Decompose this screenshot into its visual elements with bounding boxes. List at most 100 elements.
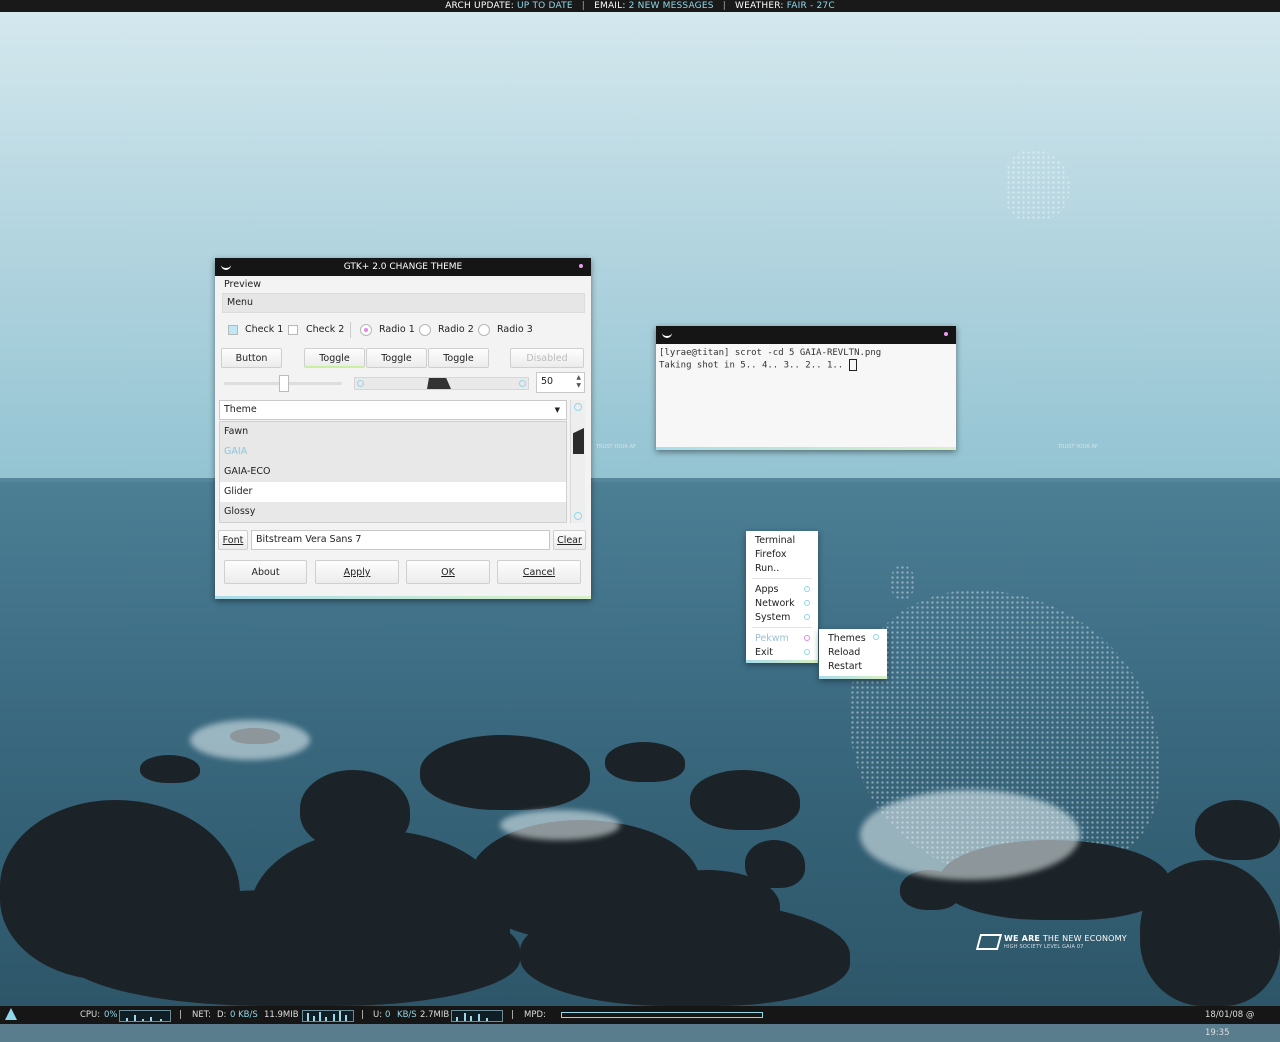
check2-checkbox[interactable] (288, 325, 298, 335)
window-close-icon[interactable] (579, 264, 583, 268)
font-button-label: Font (222, 535, 244, 546)
menu-item-run[interactable]: Run.. (755, 563, 779, 574)
menu-accent-strip (746, 660, 818, 663)
toggle3-button[interactable]: Toggle (428, 348, 489, 368)
font-field[interactable]: Bitstream Vera Sans 7 (251, 530, 550, 550)
clock-datetime: 18/01/08 @ 19:35 (1205, 1010, 1255, 1038)
scrollbar-thumb[interactable] (427, 378, 451, 389)
root-menu: Terminal Firefox Run.. Apps Network Syst… (746, 531, 818, 663)
about-button[interactable]: About (224, 560, 307, 584)
toggle2-button[interactable]: Toggle (366, 348, 427, 368)
font-value[interactable]: Bitstream Vera Sans 7 (256, 534, 361, 545)
download-rate: 0 KB/S (230, 1010, 258, 1020)
disabled-button: Disabled (510, 348, 584, 368)
menu-item-terminal[interactable]: Terminal (755, 535, 795, 546)
terminal-cursor (848, 359, 857, 371)
scroll-right-icon[interactable] (519, 380, 526, 387)
theme-list-scrollbar[interactable] (570, 400, 585, 523)
terminal-window[interactable]: [lyrae@titan] scrot -cd 5 GAIA-REVLTN.pn… (656, 326, 956, 450)
ok-button-label: OK (441, 567, 455, 578)
wallpaper-sky (0, 0, 1280, 482)
arch-update-value: UP TO DATE (517, 1, 573, 11)
menu-accent-strip (819, 676, 887, 679)
check1-label[interactable]: Check 1 (245, 324, 283, 335)
sort-arrow-icon[interactable]: ▼ (555, 401, 560, 419)
arch-logo-icon[interactable] (5, 1008, 17, 1020)
terminal-titlebar[interactable] (656, 326, 956, 344)
menu-item-exit[interactable]: Exit (755, 647, 773, 658)
sample-button[interactable]: Button (221, 348, 282, 368)
scroll-up-icon[interactable] (574, 403, 582, 411)
window-titlebar[interactable]: GTK+ 2.0 CHANGE THEME (215, 258, 591, 276)
gtk-change-theme-window: GTK+ 2.0 CHANGE THEME Preview Menu Check… (215, 258, 591, 599)
scrollbar-thumb[interactable] (573, 428, 584, 454)
ok-button[interactable]: OK (406, 560, 490, 584)
menu-item-network[interactable]: Network (755, 598, 795, 609)
window-menu-icon[interactable] (221, 262, 231, 270)
radio2-button[interactable] (419, 324, 431, 336)
slider-handle[interactable] (279, 375, 289, 392)
terminal-output[interactable]: [lyrae@titan] scrot -cd 5 GAIA-REVLTN.pn… (656, 344, 956, 372)
submenu-arrow-icon (873, 634, 879, 640)
mpd-progress-bar[interactable] (561, 1012, 763, 1018)
wallpaper-logo (975, 934, 1003, 950)
menu-item-reload[interactable]: Reload (828, 647, 860, 658)
radio1-label[interactable]: Radio 1 (379, 324, 415, 335)
spin-value[interactable]: 50 (541, 376, 553, 387)
menu-divider (752, 627, 812, 628)
download-total: 11.9MIB (264, 1010, 299, 1020)
radio2-label[interactable]: Radio 2 (438, 324, 474, 335)
mpd-label: MPD: (524, 1010, 546, 1020)
wallpaper-tagline: WE ARE THE NEW ECONOMY HIGH SOCIETY LEVE… (1004, 934, 1127, 950)
email-value[interactable]: 2 NEW MESSAGES (629, 1, 714, 11)
download-label: D: (217, 1010, 227, 1020)
menu-item-menu[interactable]: Menu (227, 297, 253, 308)
apply-button[interactable]: Apply (315, 560, 399, 584)
toggle1-button[interactable]: Toggle (304, 348, 365, 368)
map-japan-dots (890, 565, 915, 600)
upload-total: 2.7MIB (420, 1010, 450, 1020)
apply-button-label: Apply (343, 567, 371, 578)
radio3-label[interactable]: Radio 3 (497, 324, 533, 335)
list-item[interactable]: GAIA-ECO (220, 462, 566, 482)
list-item-selected[interactable]: GAIA (220, 442, 566, 462)
horizontal-scrollbar[interactable] (354, 377, 529, 390)
window-menu-icon[interactable] (662, 330, 672, 338)
radio1-button[interactable] (360, 324, 372, 336)
spin-button[interactable]: 50 ▲ ▼ (536, 372, 585, 393)
menu-item-firefox[interactable]: Firefox (755, 549, 786, 560)
email-label: EMAIL: (594, 1, 626, 11)
cpu-graph (119, 1010, 171, 1022)
top-status-bar: ARCH UPDATE: UP TO DATE | EMAIL: 2 NEW M… (0, 0, 1280, 12)
submenu-arrow-icon (804, 649, 810, 655)
menu-item-themes[interactable]: Themes (828, 633, 866, 644)
submenu-arrow-icon (804, 586, 810, 592)
theme-column-header[interactable]: Theme ▼ (219, 400, 567, 420)
scroll-down-icon[interactable] (574, 512, 582, 520)
clear-button[interactable]: Clear (553, 530, 586, 550)
menu-item-apps[interactable]: Apps (755, 584, 779, 595)
cancel-button-label: Cancel (522, 567, 556, 578)
menu-divider (752, 578, 812, 579)
cancel-button[interactable]: Cancel (497, 560, 581, 584)
menu-item-restart[interactable]: Restart (828, 661, 862, 672)
window-accent-strip (215, 596, 591, 599)
check1-checkbox[interactable] (228, 325, 238, 335)
pekwm-submenu: Themes Reload Restart (819, 629, 887, 679)
menu-item-system[interactable]: System (755, 612, 790, 623)
font-button[interactable]: Font (218, 530, 248, 550)
list-item[interactable]: Fawn (220, 422, 566, 442)
window-close-icon[interactable] (944, 332, 948, 336)
bottom-status-bar: CPU: 0% | NET: D: 0 KB/S 11.9MIB | U: 0 … (0, 1006, 1280, 1038)
wallpaper-watermark-text: TRUST YOUR AF (1058, 444, 1098, 450)
wallpaper-horizon (0, 478, 1280, 482)
list-item[interactable]: Glider (220, 482, 566, 502)
menu-item-pekwm[interactable]: Pekwm (755, 633, 789, 644)
list-item[interactable]: Glossy (220, 502, 566, 522)
scroll-left-icon[interactable] (357, 380, 364, 387)
check2-label[interactable]: Check 2 (306, 324, 344, 335)
theme-list[interactable]: Fawn GAIA GAIA-ECO Glider Glossy (219, 421, 567, 523)
spin-arrows-icon[interactable]: ▲ ▼ (576, 374, 581, 390)
preview-menubar[interactable]: Menu (222, 293, 585, 313)
radio3-button[interactable] (478, 324, 490, 336)
